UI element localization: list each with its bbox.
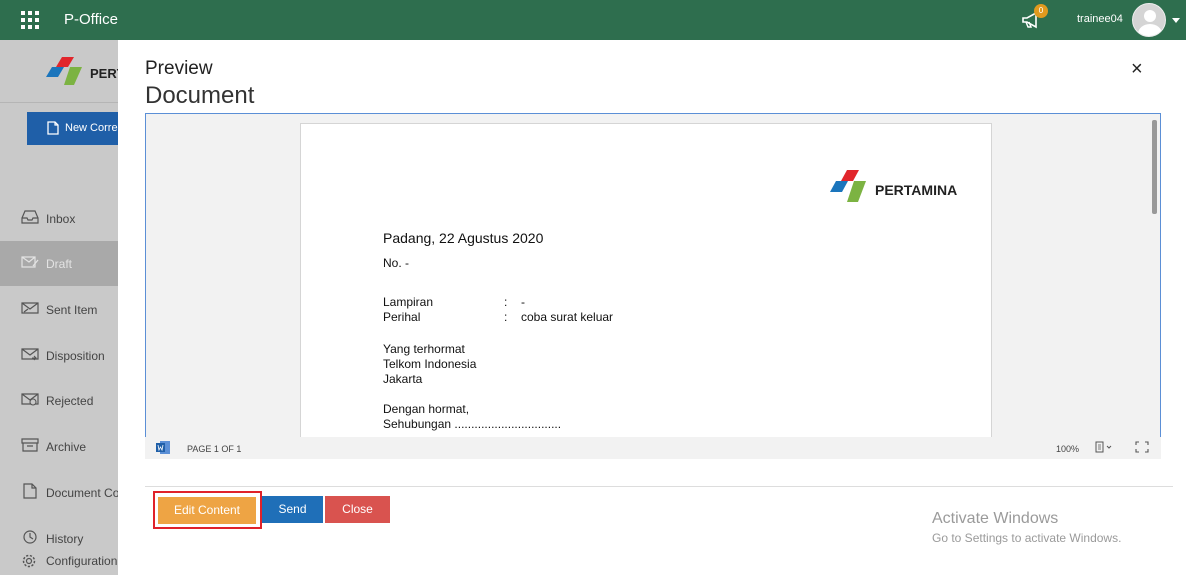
modal-subtitle: Document	[145, 82, 255, 109]
close-button[interactable]: Close	[325, 496, 390, 523]
preview-modal: Preview Document × PERTAMINA Padang, 22 …	[118, 40, 1186, 575]
draft-icon	[21, 256, 39, 268]
modal-title: Preview	[145, 58, 213, 79]
document-logo-text: PERTAMINA	[875, 182, 958, 198]
app-launcher-icon[interactable]	[20, 10, 40, 30]
notification-badge[interactable]: 0	[1034, 4, 1048, 18]
sidebar-item-inbox[interactable]: Inbox	[0, 196, 118, 241]
sidebar-logo: PERTAMINA	[0, 40, 166, 103]
recipient-greeting: Yang terhormat	[383, 342, 465, 356]
edit-content-button[interactable]: Edit Content	[158, 497, 256, 524]
perihal-separator: :	[504, 310, 508, 324]
sidebar-item-draft[interactable]: Draft	[0, 241, 118, 286]
sidebar-item-label: History	[46, 532, 84, 546]
pertamina-logo-icon	[46, 57, 82, 85]
sidebar-item-label: Disposition	[46, 349, 105, 363]
sidebar-item-configuration[interactable]: Configuration	[0, 548, 118, 575]
inbox-icon	[21, 210, 39, 224]
page-indicator: PAGE 1 OF 1	[187, 444, 242, 454]
zoom-level[interactable]: 100%	[1056, 444, 1079, 454]
close-icon[interactable]: ×	[1131, 58, 1143, 81]
sidebar-item-label: Document Control	[46, 486, 118, 500]
page-layout-icon[interactable]	[1095, 441, 1113, 453]
sent-icon	[21, 302, 39, 314]
sidebar-item-rejected[interactable]: Rejected	[0, 378, 118, 423]
sidebar-item-label: Configuration	[46, 554, 118, 568]
viewer-scrollbar[interactable]	[1152, 120, 1157, 214]
gear-icon	[22, 554, 36, 568]
archive-icon	[21, 438, 39, 452]
document-viewer[interactable]: PERTAMINA Padang, 22 Agustus 2020 No. - …	[145, 113, 1161, 459]
sidebar-item-archive[interactable]: Archive	[0, 424, 118, 469]
document-control-icon	[23, 483, 37, 499]
lampiran-separator: :	[504, 295, 508, 309]
send-button[interactable]: Send	[262, 496, 323, 523]
recipient-city: Jakarta	[383, 372, 423, 386]
new-document-icon	[47, 121, 59, 135]
document-page: PERTAMINA Padang, 22 Agustus 2020 No. - …	[300, 123, 992, 453]
new-correspondence-button[interactable]: New Correspondence	[27, 112, 127, 145]
sidebar: PERTAMINA New Correspondence Inbox Draft…	[0, 40, 166, 575]
app-title[interactable]: P-Office	[64, 11, 118, 28]
sidebar-item-label: Rejected	[46, 394, 94, 408]
lampiran-value: -	[521, 295, 525, 309]
sidebar-item-label: Sent Item	[46, 303, 98, 317]
username[interactable]: trainee04	[1077, 13, 1123, 25]
word-icon	[156, 441, 170, 454]
history-icon	[23, 530, 37, 544]
sidebar-item-history[interactable]: History	[0, 516, 118, 548]
viewer-status-bar: PAGE 1 OF 1 100%	[145, 437, 1161, 459]
salutation: Dengan hormat,	[383, 402, 470, 416]
chevron-down-icon[interactable]	[1172, 18, 1180, 23]
activate-windows-watermark: Activate Windows Go to Settings to activ…	[932, 510, 1121, 545]
disposition-icon	[21, 348, 39, 361]
sidebar-item-label: Archive	[46, 440, 87, 454]
document-place-date: Padang, 22 Agustus 2020	[383, 230, 544, 246]
lampiran-label: Lampiran	[383, 295, 434, 309]
perihal-label: Perihal	[383, 310, 421, 324]
sidebar-item-disposition[interactable]: Disposition	[0, 333, 118, 378]
sidebar-item-document-control[interactable]: Document Control	[0, 470, 118, 515]
pertamina-logo-icon	[830, 170, 866, 202]
document-number: No. -	[383, 256, 410, 270]
sidebar-item-label: Draft	[46, 257, 73, 271]
watermark-title: Activate Windows	[932, 510, 1059, 527]
sidebar-item-sent[interactable]: Sent Item	[0, 287, 118, 332]
watermark-subtitle: Go to Settings to activate Windows.	[932, 531, 1122, 545]
rejected-icon	[21, 393, 39, 406]
top-bar: P-Office 0 trainee04	[0, 0, 1186, 40]
sidebar-item-label: Inbox	[46, 212, 76, 226]
body-text: Sehubungan .............................…	[383, 417, 562, 431]
perihal-value: coba surat keluar	[521, 310, 614, 324]
avatar[interactable]	[1132, 3, 1166, 37]
divider	[145, 486, 1173, 487]
fit-page-icon[interactable]	[1135, 441, 1149, 453]
recipient-name: Telkom Indonesia	[383, 357, 477, 371]
